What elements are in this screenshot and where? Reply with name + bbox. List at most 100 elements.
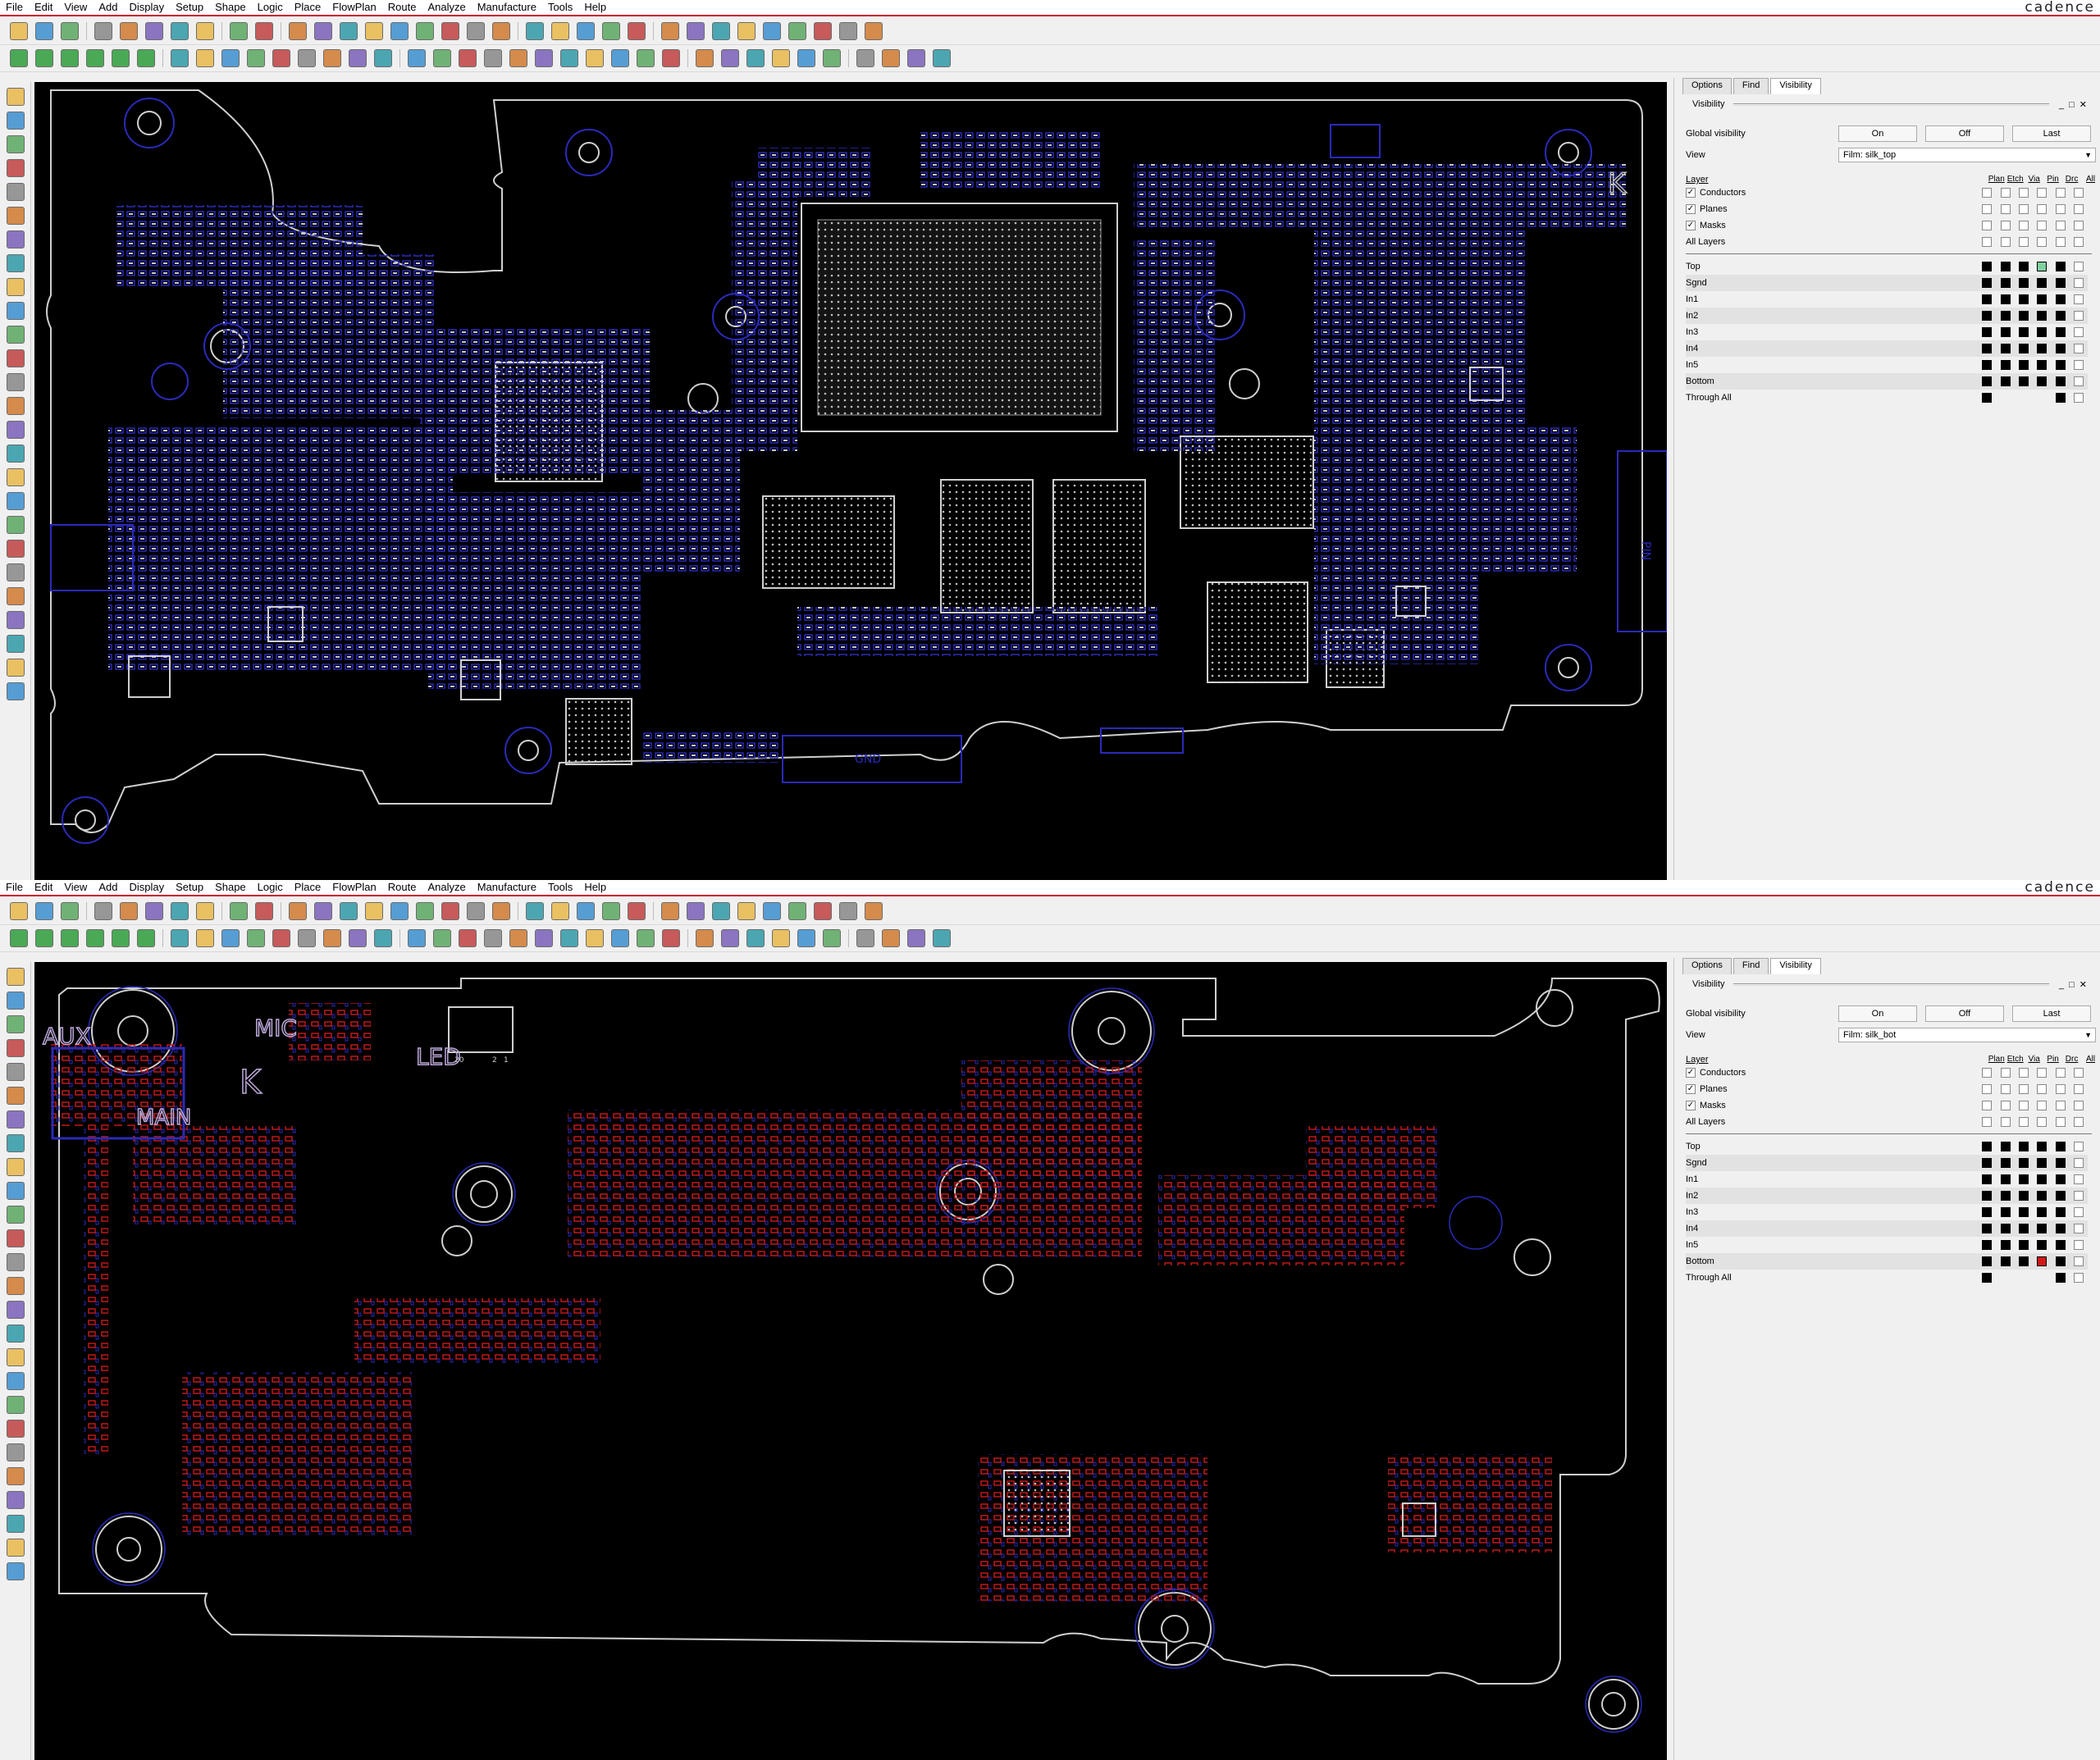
shape-delete-icon[interactable] [349,929,367,947]
vertex-icon[interactable] [823,49,841,67]
route-add-icon[interactable] [7,1110,25,1128]
menu-place[interactable]: Place [289,880,327,895]
layer-visibility-checkbox[interactable] [1982,1256,1993,1266]
green-layer-5-icon[interactable] [112,929,130,947]
tab-find[interactable]: Find [1732,958,1769,974]
ruler-icon[interactable] [712,22,730,40]
flag-icon[interactable] [611,929,629,947]
text-edit-icon[interactable] [484,49,502,67]
layer-visibility-checkbox[interactable] [1982,344,1993,353]
layer-visibility-checkbox[interactable] [2037,1207,2048,1217]
shape-fill-icon[interactable] [374,49,392,67]
layer-visibility-checkbox[interactable] [1982,278,1993,288]
visibility-checkbox[interactable] [1982,221,1993,230]
tab-visibility[interactable]: Visibility [1770,958,1821,974]
layer-visibility-checkbox[interactable] [2000,1224,2011,1233]
slide-icon[interactable] [721,929,739,947]
net-icon[interactable] [7,1301,25,1319]
via-add-icon[interactable] [7,207,25,225]
green-layer-6-icon[interactable] [137,929,155,947]
autoroute-icon[interactable] [7,278,25,296]
visibility-checkbox[interactable] [2019,237,2029,247]
zoom-center-icon[interactable] [441,22,459,40]
menu-shape[interactable]: Shape [209,0,252,15]
layer-visibility-checkbox[interactable] [2019,1256,2029,1266]
net-icon[interactable] [7,421,25,439]
power-icon[interactable] [7,1491,25,1509]
bundle-icon[interactable] [7,302,25,320]
part-icon[interactable] [7,992,25,1010]
group-checkbox[interactable]: ✓ [1686,1068,1696,1078]
shadow-icon[interactable] [577,902,595,920]
grid-icon[interactable] [289,22,307,40]
new-file-icon[interactable] [10,22,28,40]
visibility-checkbox[interactable] [2000,204,2011,214]
nc-icon[interactable] [907,929,925,947]
highlight-icon[interactable] [737,902,756,920]
export-icon[interactable] [7,1562,25,1580]
spread-icon[interactable] [746,49,765,67]
zoom-fit-icon[interactable] [314,22,332,40]
grid-toggle-icon[interactable] [526,902,544,920]
shape-merge-icon[interactable] [272,49,290,67]
power-icon[interactable] [7,611,25,629]
color-icon[interactable] [551,902,569,920]
tab-find[interactable]: Find [1732,78,1769,94]
visibility-checkbox[interactable] [2073,1084,2084,1094]
dim-angle-icon[interactable] [459,929,477,947]
line-icon[interactable] [7,159,25,177]
line-icon[interactable] [7,1039,25,1057]
group-checkbox[interactable]: ✓ [1686,1084,1696,1094]
visibility-checkbox[interactable] [2073,1117,2084,1127]
dim-angle-icon[interactable] [459,49,477,67]
layer-visibility-checkbox[interactable] [2019,1191,2029,1201]
layer-visibility-checkbox[interactable] [2073,393,2084,403]
highlight-net-icon[interactable] [7,1325,25,1343]
layer-visibility-checkbox[interactable] [2055,376,2066,386]
show-ratsnest-icon[interactable] [7,492,25,510]
visibility-checkbox[interactable] [2019,188,2029,198]
visibility-checkbox[interactable] [2037,1117,2048,1127]
frect-add-icon[interactable] [7,1253,25,1271]
visibility-checkbox[interactable] [2055,221,2066,230]
chip-icon[interactable] [7,135,25,153]
text-edit-icon[interactable] [484,929,502,947]
route-icon[interactable] [696,49,714,67]
add-pin-icon[interactable] [7,968,25,986]
layer-visibility-checkbox[interactable] [2019,294,2029,304]
view-select[interactable]: Film: silk_top ▼ [1838,148,2096,162]
minimize-icon[interactable]: _ [2059,100,2069,110]
menu-file[interactable]: File [0,0,29,15]
shape-circle-icon[interactable] [221,929,240,947]
text-add-icon[interactable] [7,397,25,415]
delay-icon[interactable] [797,49,815,67]
layer-visibility-checkbox[interactable] [2073,1191,2084,1201]
layer-visibility-checkbox[interactable] [2037,1191,2048,1201]
layer-visibility-checkbox[interactable] [1982,360,1993,370]
layer-visibility-checkbox[interactable] [2037,294,2048,304]
stats-icon[interactable] [865,22,883,40]
green-layer-2-icon[interactable] [35,49,53,67]
help-icon[interactable] [933,49,951,67]
flag-icon[interactable] [611,49,629,67]
layer-visibility-checkbox[interactable] [2019,360,2029,370]
green-layer-4-icon[interactable] [86,49,104,67]
report-icon[interactable] [7,1539,25,1557]
sun-icon[interactable] [788,902,806,920]
visibility-checkbox[interactable] [2019,1068,2029,1078]
bus-icon[interactable] [637,929,655,947]
menu-manufacture[interactable]: Manufacture [472,880,542,895]
layer-visibility-checkbox[interactable] [2037,1142,2048,1151]
menu-place[interactable]: Place [289,0,327,15]
visibility-checkbox[interactable] [2000,221,2011,230]
dimension-icon[interactable] [408,49,426,67]
show-element-icon[interactable] [814,902,832,920]
via-icon[interactable] [535,49,553,67]
menu-edit[interactable]: Edit [29,0,58,15]
ruler-icon[interactable] [712,902,730,920]
artwork-icon[interactable] [882,49,900,67]
fanout-icon[interactable] [560,929,578,947]
layer-visibility-checkbox[interactable] [2000,1240,2011,1250]
save-icon[interactable] [61,902,79,920]
layer-visibility-checkbox[interactable] [2073,376,2084,386]
